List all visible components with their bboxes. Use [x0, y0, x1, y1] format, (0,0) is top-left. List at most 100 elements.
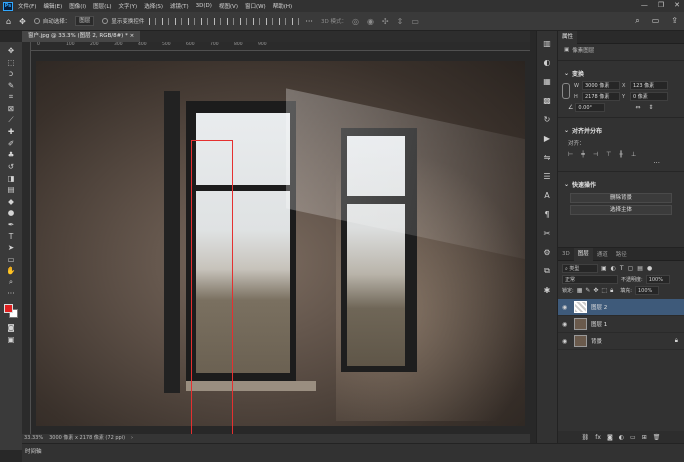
- filter-adjust-icon[interactable]: ◐: [611, 265, 616, 272]
- align-left-icon[interactable]: ⊢: [568, 151, 573, 158]
- crop-tool-icon[interactable]: ⌗: [4, 91, 18, 102]
- workspace-icon[interactable]: ▭: [652, 16, 660, 26]
- hand-tool-icon[interactable]: ✋: [4, 265, 18, 276]
- more-tools-icon[interactable]: ···: [4, 288, 18, 299]
- 3d-drag-icon[interactable]: ✣: [382, 17, 389, 26]
- filter-toggle-icon[interactable]: ●: [647, 265, 652, 272]
- libraries-icon[interactable]: ☰: [541, 170, 553, 182]
- add-mask-icon[interactable]: ◙: [607, 434, 613, 441]
- close-tab-icon[interactable]: ×: [130, 33, 135, 39]
- menu-filter[interactable]: 滤镜(T): [170, 2, 189, 10]
- pen-tool-icon[interactable]: ✒: [4, 219, 18, 230]
- lasso-tool-icon[interactable]: ↄ: [4, 68, 18, 79]
- path-select-icon[interactable]: ➤: [4, 242, 18, 253]
- align-hcenter-icon[interactable]: ╪: [581, 151, 585, 158]
- distribute-2-icon[interactable]: [240, 17, 248, 25]
- 3d-orbit-icon[interactable]: ◎: [352, 17, 359, 26]
- distribute-icon[interactable]: [227, 17, 235, 25]
- height-field[interactable]: 2178 像素: [582, 92, 620, 101]
- opacity-field[interactable]: 100%: [645, 275, 670, 284]
- gradient-tool-icon[interactable]: ▤: [4, 184, 18, 195]
- lock-transparent-icon[interactable]: ▦: [577, 287, 583, 295]
- zoom-tool-icon[interactable]: ⌕: [4, 277, 18, 288]
- quick-mask-icon[interactable]: ◙: [4, 322, 18, 333]
- character-icon[interactable]: A: [541, 189, 553, 201]
- canvas-area[interactable]: [31, 51, 530, 456]
- filter-smart-icon[interactable]: ▤: [637, 265, 643, 272]
- selection-rectangle[interactable]: [191, 140, 233, 456]
- actions-icon[interactable]: ▶: [541, 132, 553, 144]
- blur-tool-icon[interactable]: ◆: [4, 196, 18, 207]
- tab-3d[interactable]: 3D: [558, 251, 574, 257]
- blend-mode-dropdown[interactable]: 正常: [562, 275, 618, 284]
- layer-name[interactable]: 图层 2: [591, 303, 684, 311]
- menu-3d[interactable]: 3D(D): [196, 3, 212, 9]
- adjustments-icon[interactable]: ⇋: [541, 151, 553, 163]
- adjustment-layer-icon[interactable]: ◐: [619, 434, 624, 441]
- fx-icon[interactable]: fx: [595, 434, 601, 441]
- brush-tool-icon[interactable]: ✐: [4, 138, 18, 149]
- healing-brush-icon[interactable]: ✚: [4, 126, 18, 137]
- timeline-tab[interactable]: 时间轴: [25, 447, 42, 455]
- tool-presets-icon[interactable]: ✂: [541, 227, 553, 239]
- fill-field[interactable]: 100%: [634, 286, 659, 295]
- history-icon[interactable]: ↻: [541, 113, 553, 125]
- distribute-4-icon[interactable]: [266, 17, 274, 25]
- shape-tool-icon[interactable]: ▭: [4, 254, 18, 265]
- angle-field[interactable]: 0.00°: [575, 103, 606, 112]
- align-bottom-icon[interactable]: [214, 17, 222, 25]
- menu-edit[interactable]: 编辑(E): [43, 2, 62, 10]
- menu-window[interactable]: 窗口(W): [245, 2, 266, 10]
- foreground-color-swatch[interactable]: [4, 304, 13, 314]
- tab-channels[interactable]: 通道: [593, 250, 612, 258]
- align-vcenter-icon[interactable]: ╫: [619, 151, 623, 158]
- x-field[interactable]: 123 像素: [630, 81, 668, 90]
- menu-image[interactable]: 图像(I): [69, 2, 86, 10]
- color-icon[interactable]: ◐: [541, 56, 553, 68]
- frame-tool-icon[interactable]: ⊠: [4, 103, 18, 114]
- share-icon[interactable]: ⇪: [671, 16, 678, 26]
- layer-row[interactable]: ◉ 图层 1: [558, 316, 684, 333]
- distribute-3-icon[interactable]: [253, 17, 261, 25]
- tab-layers[interactable]: 图层: [573, 247, 593, 261]
- eyedropper-tool-icon[interactable]: ⟋: [4, 115, 18, 126]
- menu-file[interactable]: 文件(F): [18, 2, 36, 10]
- auto-select-checkbox[interactable]: [33, 18, 40, 24]
- 3d-slide-icon[interactable]: ⇕: [397, 17, 404, 26]
- transform-section[interactable]: ⌄ 变换: [558, 65, 684, 80]
- lock-position-icon[interactable]: ✥: [593, 287, 598, 295]
- status-arrow-icon[interactable]: ›: [131, 434, 133, 443]
- search-icon[interactable]: ⌕: [635, 16, 639, 26]
- filter-type-icon[interactable]: T: [620, 265, 624, 272]
- distribute-5-icon[interactable]: [279, 17, 287, 25]
- more-options-icon[interactable]: ···: [305, 17, 313, 26]
- align-vcenter-icon[interactable]: [201, 17, 209, 25]
- marquee-tool-icon[interactable]: ⬚: [4, 57, 18, 68]
- align-bottom-icon[interactable]: ⊥: [631, 151, 636, 158]
- lock-artboard-icon[interactable]: ⬚: [601, 287, 607, 295]
- distribute-6-icon[interactable]: [292, 17, 300, 25]
- move-tool-icon[interactable]: ✥: [19, 17, 26, 26]
- eraser-tool-icon[interactable]: ◨: [4, 173, 18, 184]
- history-brush-icon[interactable]: ↺: [4, 161, 18, 172]
- more-align-icon[interactable]: ···: [558, 160, 684, 167]
- link-layers-icon[interactable]: ⛓: [582, 434, 590, 441]
- new-layer-icon[interactable]: ⊞: [642, 434, 647, 441]
- brush-settings-icon[interactable]: ⚙: [541, 246, 553, 258]
- remove-background-button[interactable]: 删除背景: [570, 193, 672, 203]
- home-icon[interactable]: ⌂: [6, 17, 11, 26]
- layer-name[interactable]: 图层 1: [591, 320, 684, 328]
- tab-properties[interactable]: 属性: [558, 30, 578, 44]
- eye-icon[interactable]: ◉: [562, 338, 570, 345]
- histogram-icon[interactable]: ▥: [541, 37, 553, 49]
- clone-source-icon[interactable]: ⧉: [541, 265, 553, 277]
- menu-view[interactable]: 视图(V): [219, 2, 238, 10]
- menu-select[interactable]: 选择(S): [144, 2, 163, 10]
- tab-paths[interactable]: 路径: [612, 250, 631, 258]
- minimize-icon[interactable]: —: [641, 1, 648, 9]
- close-icon[interactable]: ✕: [674, 1, 680, 9]
- flip-vertical-icon[interactable]: ⇕: [648, 104, 653, 111]
- menu-help[interactable]: 帮助(H): [273, 2, 292, 10]
- menu-type[interactable]: 文字(Y): [119, 2, 138, 10]
- new-group-icon[interactable]: ▭: [630, 434, 636, 441]
